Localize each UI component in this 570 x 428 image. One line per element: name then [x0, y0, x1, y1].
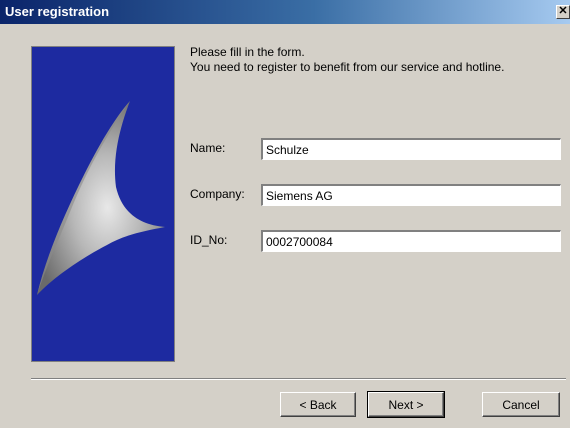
registration-dialog: User registration ✕ Please fill in the f… — [0, 0, 570, 428]
id-no-label: ID_No: — [190, 233, 228, 247]
window-title: User registration — [5, 4, 110, 19]
id-no-field[interactable] — [261, 230, 561, 252]
back-button[interactable]: < Back — [280, 392, 356, 417]
company-field[interactable] — [261, 184, 561, 206]
intro-line-2: You need to register to benefit from our… — [190, 60, 505, 74]
button-separator — [31, 378, 566, 380]
title-bar[interactable]: User registration ✕ — [0, 0, 570, 24]
intro-line-1: Please fill in the form. — [190, 45, 305, 59]
company-label: Company: — [190, 187, 245, 201]
cancel-button[interactable]: Cancel — [482, 392, 560, 417]
name-label: Name: — [190, 141, 226, 155]
sail-logo-graphic — [37, 101, 165, 295]
close-icon: ✕ — [558, 5, 568, 17]
close-button[interactable]: ✕ — [556, 5, 570, 19]
next-button[interactable]: Next > — [367, 391, 445, 418]
intro-text: Please fill in the form. You need to reg… — [190, 45, 504, 75]
name-field[interactable] — [261, 138, 561, 160]
wizard-image-panel — [31, 46, 175, 362]
